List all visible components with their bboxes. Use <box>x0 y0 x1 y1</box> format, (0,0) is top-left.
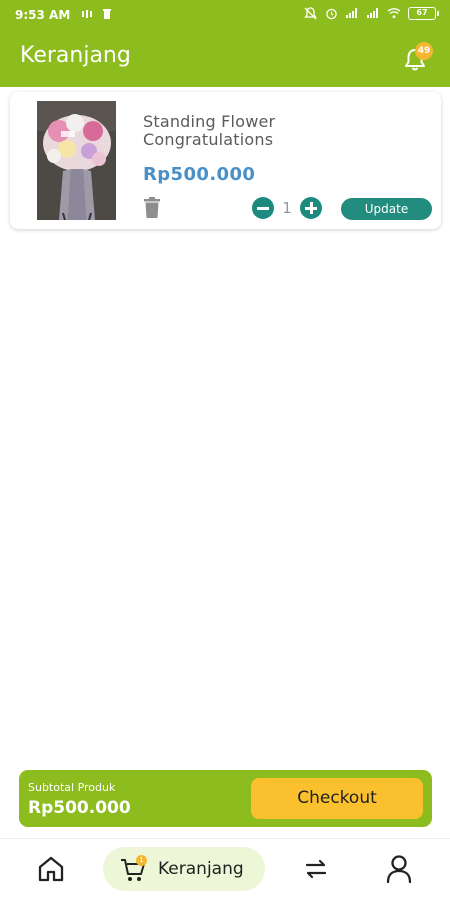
subtotal-label: Subtotal Produk <box>28 781 116 794</box>
status-bar: 9:53 AM 67 <box>0 0 450 30</box>
update-button[interactable]: Update <box>341 198 432 220</box>
trash-status-icon <box>100 7 114 21</box>
status-right-icons: 67 <box>303 6 439 20</box>
plus-icon[interactable] <box>300 197 322 219</box>
product-image[interactable] <box>37 101 116 220</box>
subtotal-value: Rp500.000 <box>28 798 131 818</box>
quantity-value: 1 <box>282 199 292 217</box>
signal-bars-icon <box>80 7 94 21</box>
bottom-navigation: 1 Keranjang <box>0 838 450 900</box>
trash-icon[interactable] <box>141 196 163 220</box>
nav-cart-label: Keranjang <box>158 859 244 879</box>
product-price: Rp500.000 <box>143 164 256 185</box>
page-title: Keranjang <box>20 43 131 68</box>
profile-icon[interactable] <box>385 854 413 884</box>
wifi-icon <box>387 6 401 20</box>
cell-signal-1-icon <box>345 6 359 20</box>
cart-badge: 1 <box>136 855 147 866</box>
mute-icon <box>303 6 317 20</box>
cart-item-card: Standing Flower Congratulations Rp500.00… <box>10 92 441 229</box>
cell-signal-2-icon <box>366 6 380 20</box>
notification-badge: 49 <box>415 42 433 60</box>
home-icon[interactable] <box>36 855 66 883</box>
alarm-icon <box>324 6 338 20</box>
product-name: Standing Flower Congratulations <box>143 112 276 149</box>
app-header: 9:53 AM 67 Keranjang 49 <box>0 0 450 87</box>
minus-icon[interactable] <box>252 197 274 219</box>
transfer-icon[interactable] <box>303 857 329 881</box>
nav-item-keranjang[interactable]: 1 Keranjang <box>103 847 265 891</box>
battery-indicator: 67 <box>408 6 439 20</box>
status-left-icons <box>80 7 114 21</box>
checkout-button[interactable]: Checkout <box>251 778 423 819</box>
checkout-bar: Subtotal Produk Rp500.000 Checkout <box>19 770 432 827</box>
status-time: 9:53 AM <box>15 8 71 22</box>
